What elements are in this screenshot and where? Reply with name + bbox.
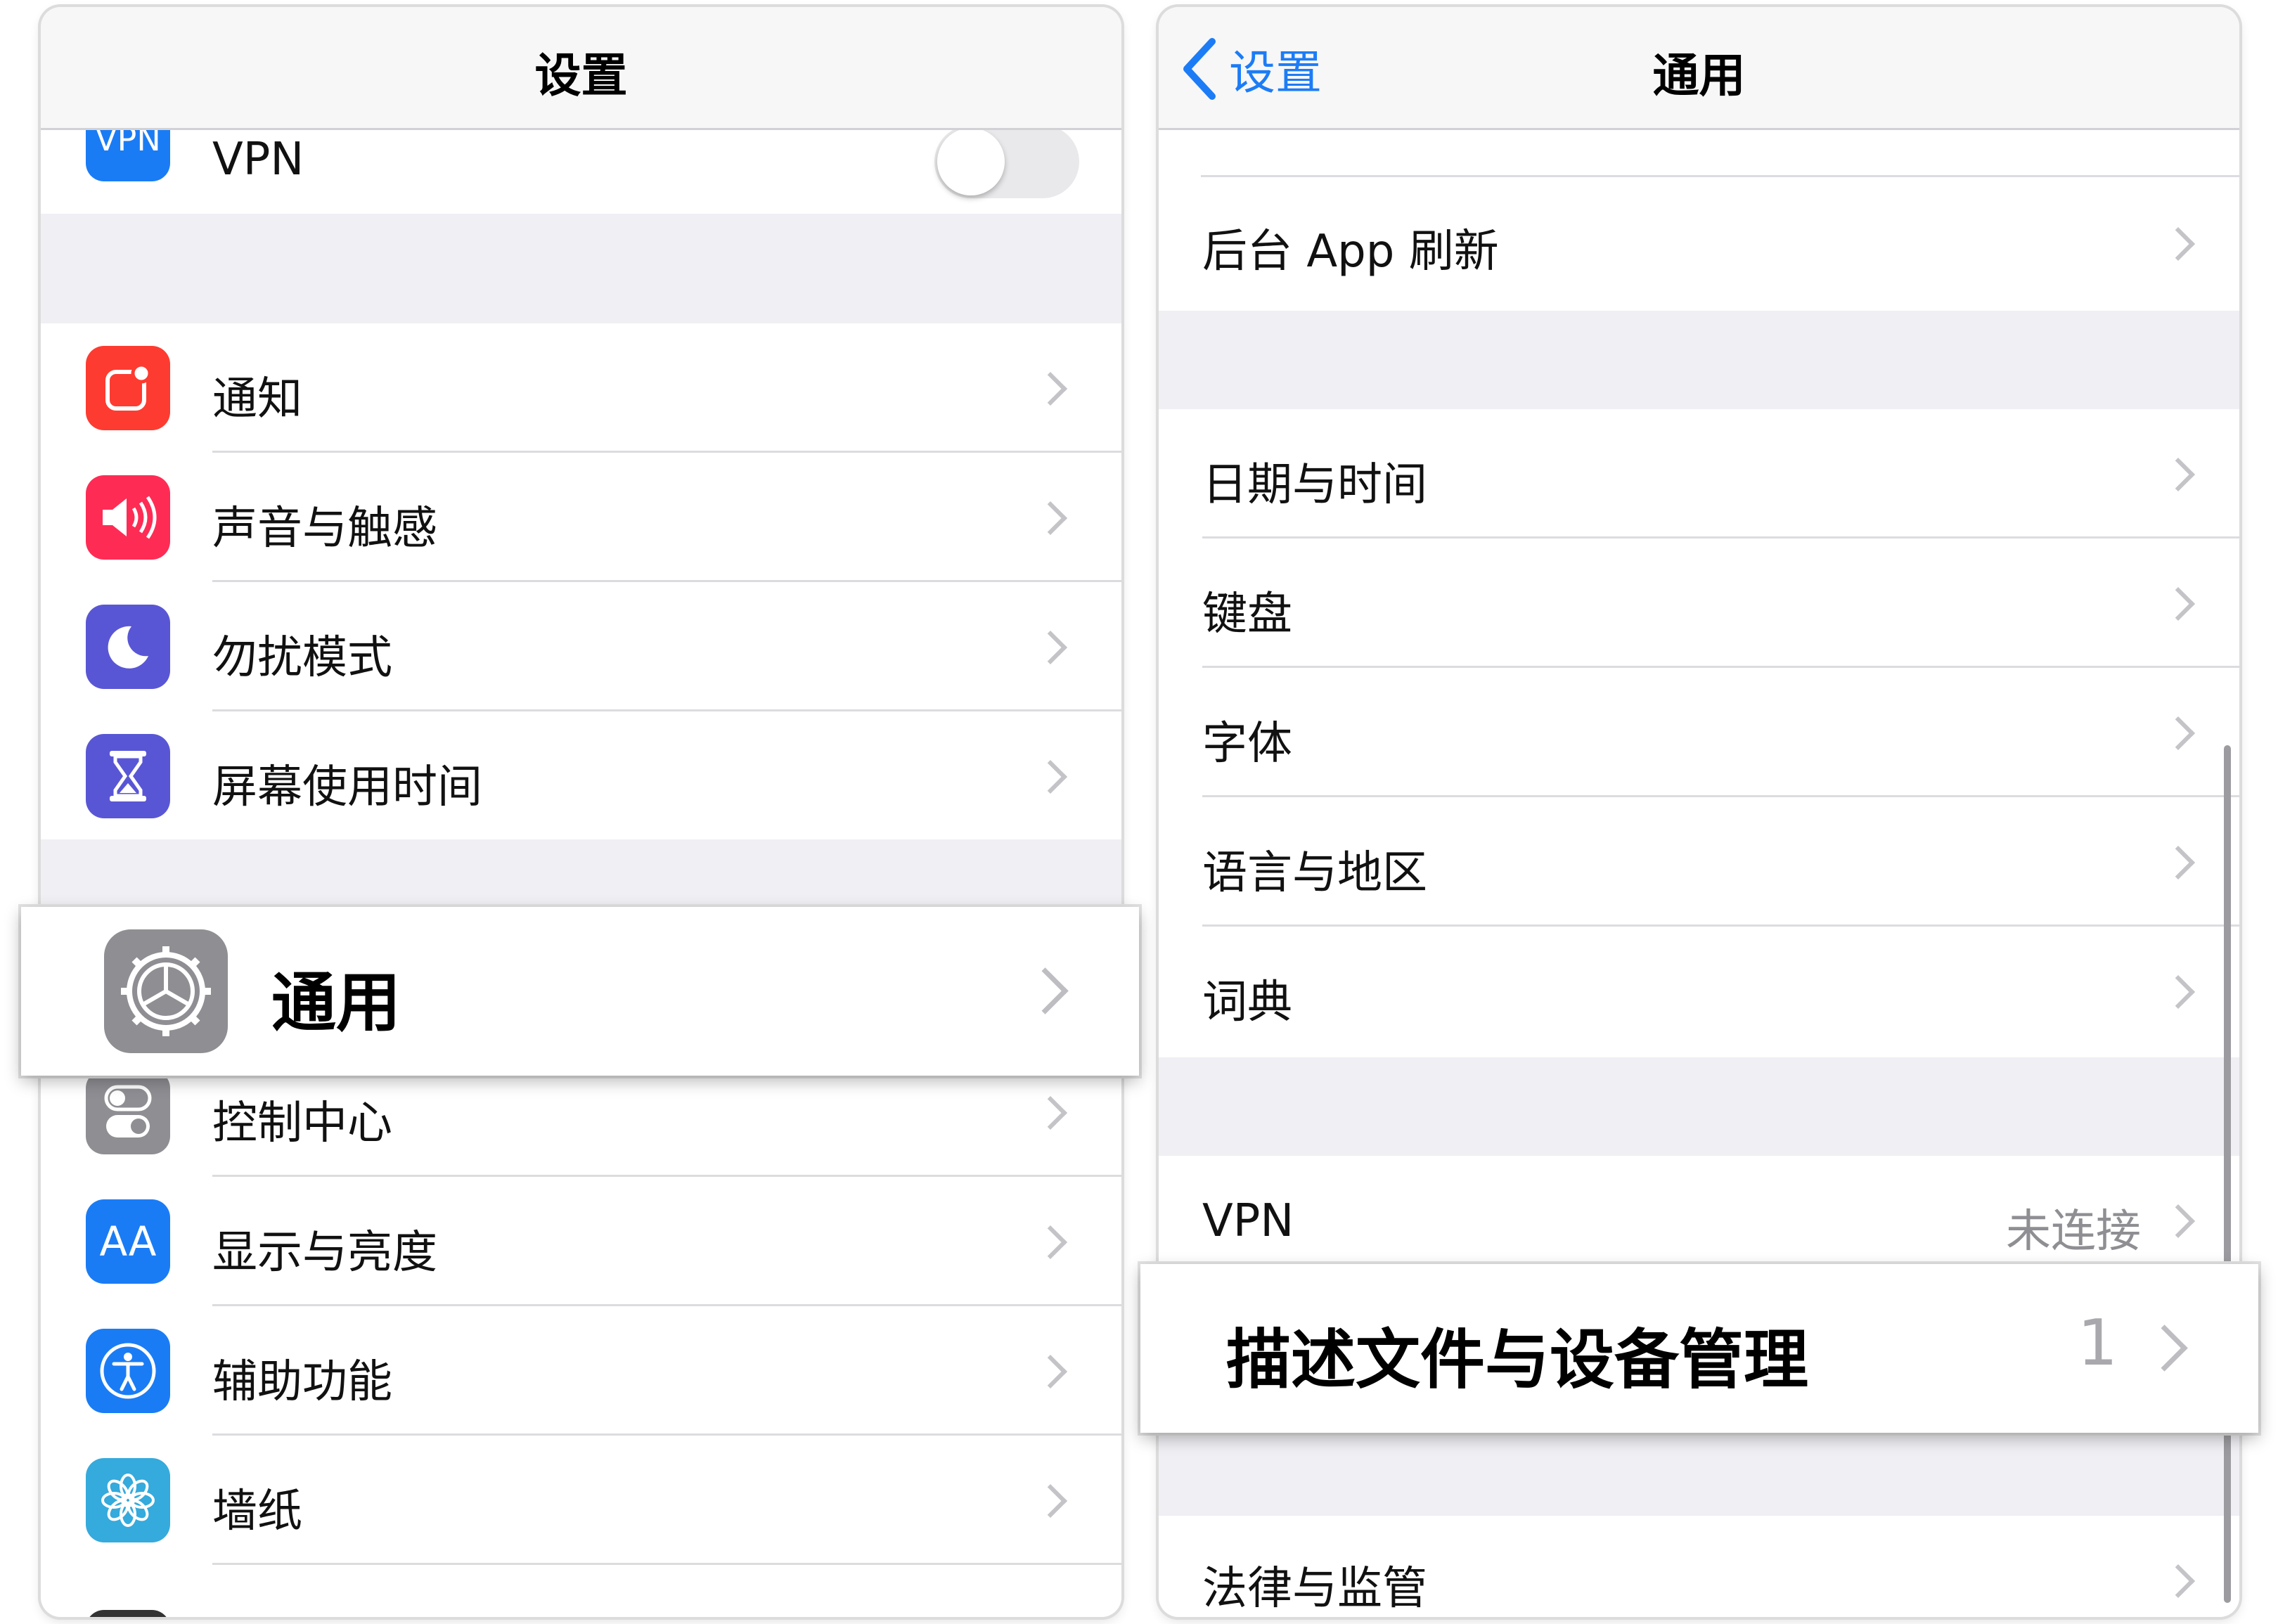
settings-item-do-not-disturb[interactable]: 勿扰模式 [41,582,1121,711]
general-group-2: 日期与时间 键盘 字体 语言与地区 词典 [1159,409,2239,1057]
chevron-right-icon [2161,845,2196,880]
row-separator [1201,175,2239,177]
settings-group-a: 通知 声音与触感 勿扰模式 屏幕使用时间 [41,323,1121,839]
chevron-right-icon [2161,974,2196,1010]
vpn-toggle[interactable] [934,125,1079,198]
general-item-date-time[interactable]: 日期与时间 [1159,409,2239,539]
settings-panel: 设置 VPN VPN 通知 声音与触感 勿扰模式 屏幕使用时间 控制中心 AA … [41,7,1121,1617]
toggle-knob [937,128,1005,195]
chevron-right-icon [2161,1564,2196,1599]
general-item-keyboard[interactable]: 键盘 [1159,539,2239,668]
general-item-label: 日期与时间 [1202,459,1427,511]
sounds-icon [86,475,170,560]
profiles-count: 1 [2077,1306,2118,1380]
moon-icon [86,605,170,689]
gear-icon [104,929,228,1053]
partial-icon [86,1610,170,1617]
settings-item-general-highlighted[interactable]: 通用 [21,907,1139,1076]
general-item-label: VPN [1202,1195,1294,1247]
settings-item-label: 勿扰模式 [212,632,392,684]
settings-item-display[interactable]: AA 显示与亮度 [41,1177,1121,1306]
settings-item-sounds[interactable]: 声音与触感 [41,453,1121,582]
settings-group-b: 控制中心 AA 显示与亮度 辅助功能 墙纸 [41,1048,1121,1617]
settings-navbar: 设置 [41,7,1121,130]
chevron-right-icon [1033,1483,1068,1519]
chevron-right-icon [1033,1354,1068,1389]
row-separator [212,1563,1121,1565]
general-item-dictionary[interactable]: 词典 [1159,927,2239,1056]
chevron-right-icon [1033,501,1068,536]
general-group-3: VPN 未连接 [1159,1156,2239,1282]
settings-item-label: 通知 [212,373,302,425]
chevron-right-icon [2161,586,2196,621]
chevron-right-icon [1033,1095,1068,1130]
chevron-right-icon [1033,759,1068,794]
settings-item-wallpaper[interactable]: 墙纸 [41,1436,1121,1565]
general-item-label: 字体 [1202,718,1292,770]
vpn-label: VPN [212,134,304,186]
settings-item-screen-time[interactable]: 屏幕使用时间 [41,711,1121,839]
chevron-right-icon [1033,1225,1068,1260]
page-title: 通用 [1652,49,1746,103]
chevron-right-icon [2161,457,2196,492]
general-group-1: 后台 App 刷新 [1159,128,2239,311]
settings-item-label: 辅助功能 [212,1356,392,1408]
text-size-icon: AA [86,1199,170,1284]
general-item-fonts[interactable]: 字体 [1159,668,2239,797]
settings-item-label: 显示与亮度 [212,1227,437,1279]
general-item-label: 法律与监管 [1202,1563,1427,1615]
general-label: 通用 [271,965,401,1040]
flower-icon [86,1458,170,1542]
general-item-label: 后台 App 刷新 [1202,226,1499,278]
chevron-right-icon [2141,1325,2188,1372]
general-item-legal[interactable]: 法律与监管 [1159,1516,2239,1617]
hourglass-icon [86,734,170,818]
chevron-right-icon [1033,630,1068,665]
general-item-background-refresh[interactable]: 后台 App 刷新 [1159,180,2239,309]
settings-item-label: 墙纸 [212,1486,302,1538]
page-title: 设置 [534,49,628,103]
toggles-icon [86,1070,170,1154]
profiles-label: 描述文件与设备管理 [1226,1322,1809,1398]
general-navbar: 设置 通用 [1159,7,2239,130]
general-group-4: 法律与监管 [1159,1516,2239,1617]
settings-item-label: 控制中心 [212,1097,392,1149]
chevron-right-icon [2161,1204,2196,1239]
chevron-right-icon [1033,371,1068,406]
general-item-language-region[interactable]: 语言与地区 [1159,797,2239,927]
vpn-status: 未连接 [2006,1206,2141,1258]
accessibility-icon [86,1329,170,1413]
chevron-right-icon [2161,226,2196,262]
settings-item-label: 屏幕使用时间 [212,761,482,813]
general-item-profiles-highlighted[interactable]: 描述文件与设备管理 1 [1140,1264,2258,1433]
scrollbar[interactable] [2224,745,2231,1603]
chevron-right-icon [2161,716,2196,751]
notifications-icon [86,346,170,430]
settings-item-label: 声音与触感 [212,503,437,555]
settings-item-accessibility[interactable]: 辅助功能 [41,1306,1121,1436]
general-item-label: 键盘 [1202,588,1292,640]
settings-item-notifications[interactable]: 通知 [41,323,1121,453]
general-item-label: 词典 [1202,977,1292,1029]
partial-row [1159,128,2239,177]
chevron-right-icon [1022,967,1069,1014]
general-item-label: 语言与地区 [1202,847,1427,899]
